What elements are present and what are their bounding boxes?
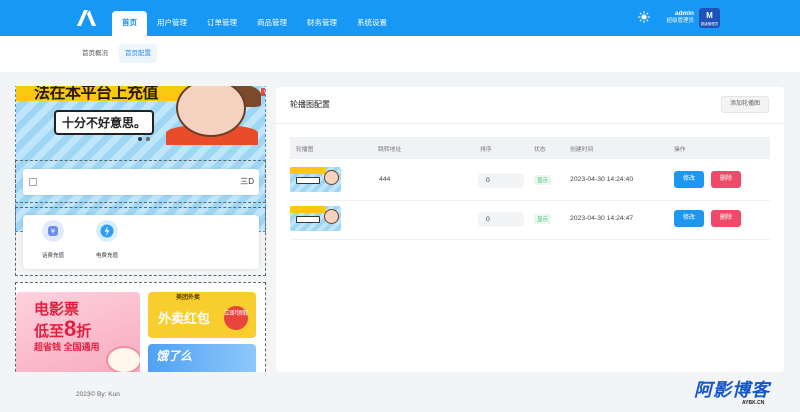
notice-card: 三D — [23, 169, 259, 195]
preview-goods-block[interactable]: 电影票 低至8折 超省钱 全国通用 美团外卖 外卖红包 立即领取 饿了么 — [15, 282, 266, 372]
banner-dot[interactable] — [146, 137, 150, 141]
divider — [276, 123, 784, 124]
edit-button[interactable]: 修改 — [674, 171, 704, 188]
close-icon[interactable]: × — [261, 88, 265, 96]
food-badge: 立即领取 — [224, 306, 248, 330]
svg-text:¥: ¥ — [51, 228, 56, 236]
column-header: 跳转地址 — [378, 147, 402, 153]
carousel-thumbnail[interactable] — [290, 206, 341, 231]
nav-item-finance[interactable]: 财务管理 — [297, 11, 347, 36]
nav-item-products[interactable]: 商品管理 — [247, 11, 297, 36]
phone-recharge-entry[interactable]: ¥ 话费充值 — [33, 220, 73, 259]
sub-navbar: 首页概况 首页配置 — [0, 36, 800, 72]
status-badge: 显示 — [534, 175, 552, 185]
logo-icon[interactable] — [74, 9, 98, 27]
food-coupon-ad[interactable]: 美团外卖 外卖红包 立即领取 — [148, 292, 256, 338]
column-header: 创建时间 — [570, 147, 594, 153]
preview-notice-block[interactable]: 三D — [15, 160, 266, 203]
icons-card: ¥ 话费充值 电费充值 — [23, 215, 259, 269]
avatar-caption: 超级管理员 — [700, 22, 719, 26]
table-row: 0 显示 2023-04-30 14:24:47 修改 删除 — [290, 200, 770, 240]
tab-home-config[interactable]: 首页配置 — [119, 44, 157, 63]
movie-subtitle: 超省钱 全国通用 — [34, 342, 100, 352]
nav-item-home[interactable]: 首页 — [112, 11, 147, 36]
broken-image-icon — [29, 178, 37, 186]
created-time: 2023-04-30 14:24:40 — [570, 176, 634, 183]
watermark: 阿影博客 AYBK.CN — [694, 380, 794, 410]
food-title: 外卖红包 — [158, 311, 211, 326]
banner-dots — [138, 137, 150, 141]
delete-button[interactable]: 删除 — [711, 210, 741, 227]
nav-item-settings[interactable]: 系统设置 — [347, 11, 397, 36]
movie-discount: 低至8折 — [34, 316, 92, 341]
column-header: 状态 — [534, 147, 546, 153]
user-name: admin — [674, 10, 694, 17]
cat-mascot-icon — [106, 346, 140, 372]
top-navbar: 首页 用户管理 订单管理 商品管理 财务管理 系统设置 admin 超级管理员 … — [0, 0, 800, 36]
add-carousel-button[interactable]: 添加轮播图 — [721, 96, 769, 113]
column-header: 轮播图 — [296, 147, 314, 153]
movie-ticket-ad[interactable]: 电影票 低至8折 超省钱 全国通用 — [16, 292, 140, 372]
banner-pill: 十分不好意思。 — [54, 110, 155, 135]
table-header: 轮播图 跳转地址 排序 状态 创建时间 操作 — [290, 137, 770, 159]
phone-recharge-icon: ¥ — [42, 220, 64, 242]
footer: 2023© By: Kun — [76, 391, 120, 398]
banner-title: 法在本平台上充值 — [34, 86, 159, 102]
notice-text: 三D — [240, 177, 254, 186]
main-nav: 首页 用户管理 订单管理 商品管理 财务管理 系统设置 — [112, 11, 397, 36]
created-time: 2023-04-30 14:24:47 — [570, 215, 634, 222]
carousel-thumbnail[interactable] — [290, 167, 341, 192]
user-info[interactable]: admin 超级管理员 — [656, 10, 694, 25]
sun-icon[interactable] — [638, 11, 650, 23]
preview-icons-block[interactable]: ¥ 话费充值 电费充值 — [15, 207, 266, 276]
electric-recharge-label: 电费充值 — [95, 253, 118, 259]
watermark-main: 阿影博客 — [694, 380, 770, 400]
column-header: 操作 — [674, 147, 686, 153]
electric-recharge-entry[interactable]: 电费充值 — [87, 220, 127, 259]
food-brand: 美团外卖 — [176, 295, 201, 301]
delete-button[interactable]: 删除 — [711, 171, 741, 188]
eleme-title: 饿了么 — [156, 349, 193, 363]
edit-button[interactable]: 修改 — [674, 210, 704, 227]
nav-item-users[interactable]: 用户管理 — [147, 11, 197, 36]
tab-home-overview[interactable]: 首页概况 — [76, 44, 114, 63]
phone-recharge-label: 话费充值 — [41, 253, 64, 259]
nav-item-orders[interactable]: 订单管理 — [197, 11, 247, 36]
avatar[interactable]: M 超级管理员 — [699, 8, 720, 28]
column-header: 排序 — [480, 147, 492, 153]
user-role: 超级管理员 — [666, 18, 694, 24]
status-badge: 显示 — [534, 214, 552, 224]
jump-url: 444 — [379, 176, 391, 183]
home-preview-panel: 法在本平台上充值 十分不好意思。 × 三D ¥ 话费充值 — [0, 86, 272, 372]
electric-recharge-icon — [96, 220, 118, 242]
card-title: 轮播图配置 — [290, 100, 330, 109]
sort-input[interactable]: 0 — [478, 212, 524, 227]
sort-input[interactable]: 0 — [478, 173, 524, 188]
carousel-config-card: 轮播图配置 添加轮播图 轮播图 跳转地址 排序 状态 创建时间 操作 444 0… — [276, 87, 784, 372]
eleme-ad[interactable]: 饿了么 — [148, 344, 256, 372]
banner-dot[interactable] — [138, 137, 142, 141]
avatar-logo-icon: M — [706, 11, 713, 20]
watermark-sub: AYBK.CN — [742, 400, 765, 406]
table-row: 444 0 显示 2023-04-30 14:24:40 修改 删除 — [290, 161, 770, 201]
